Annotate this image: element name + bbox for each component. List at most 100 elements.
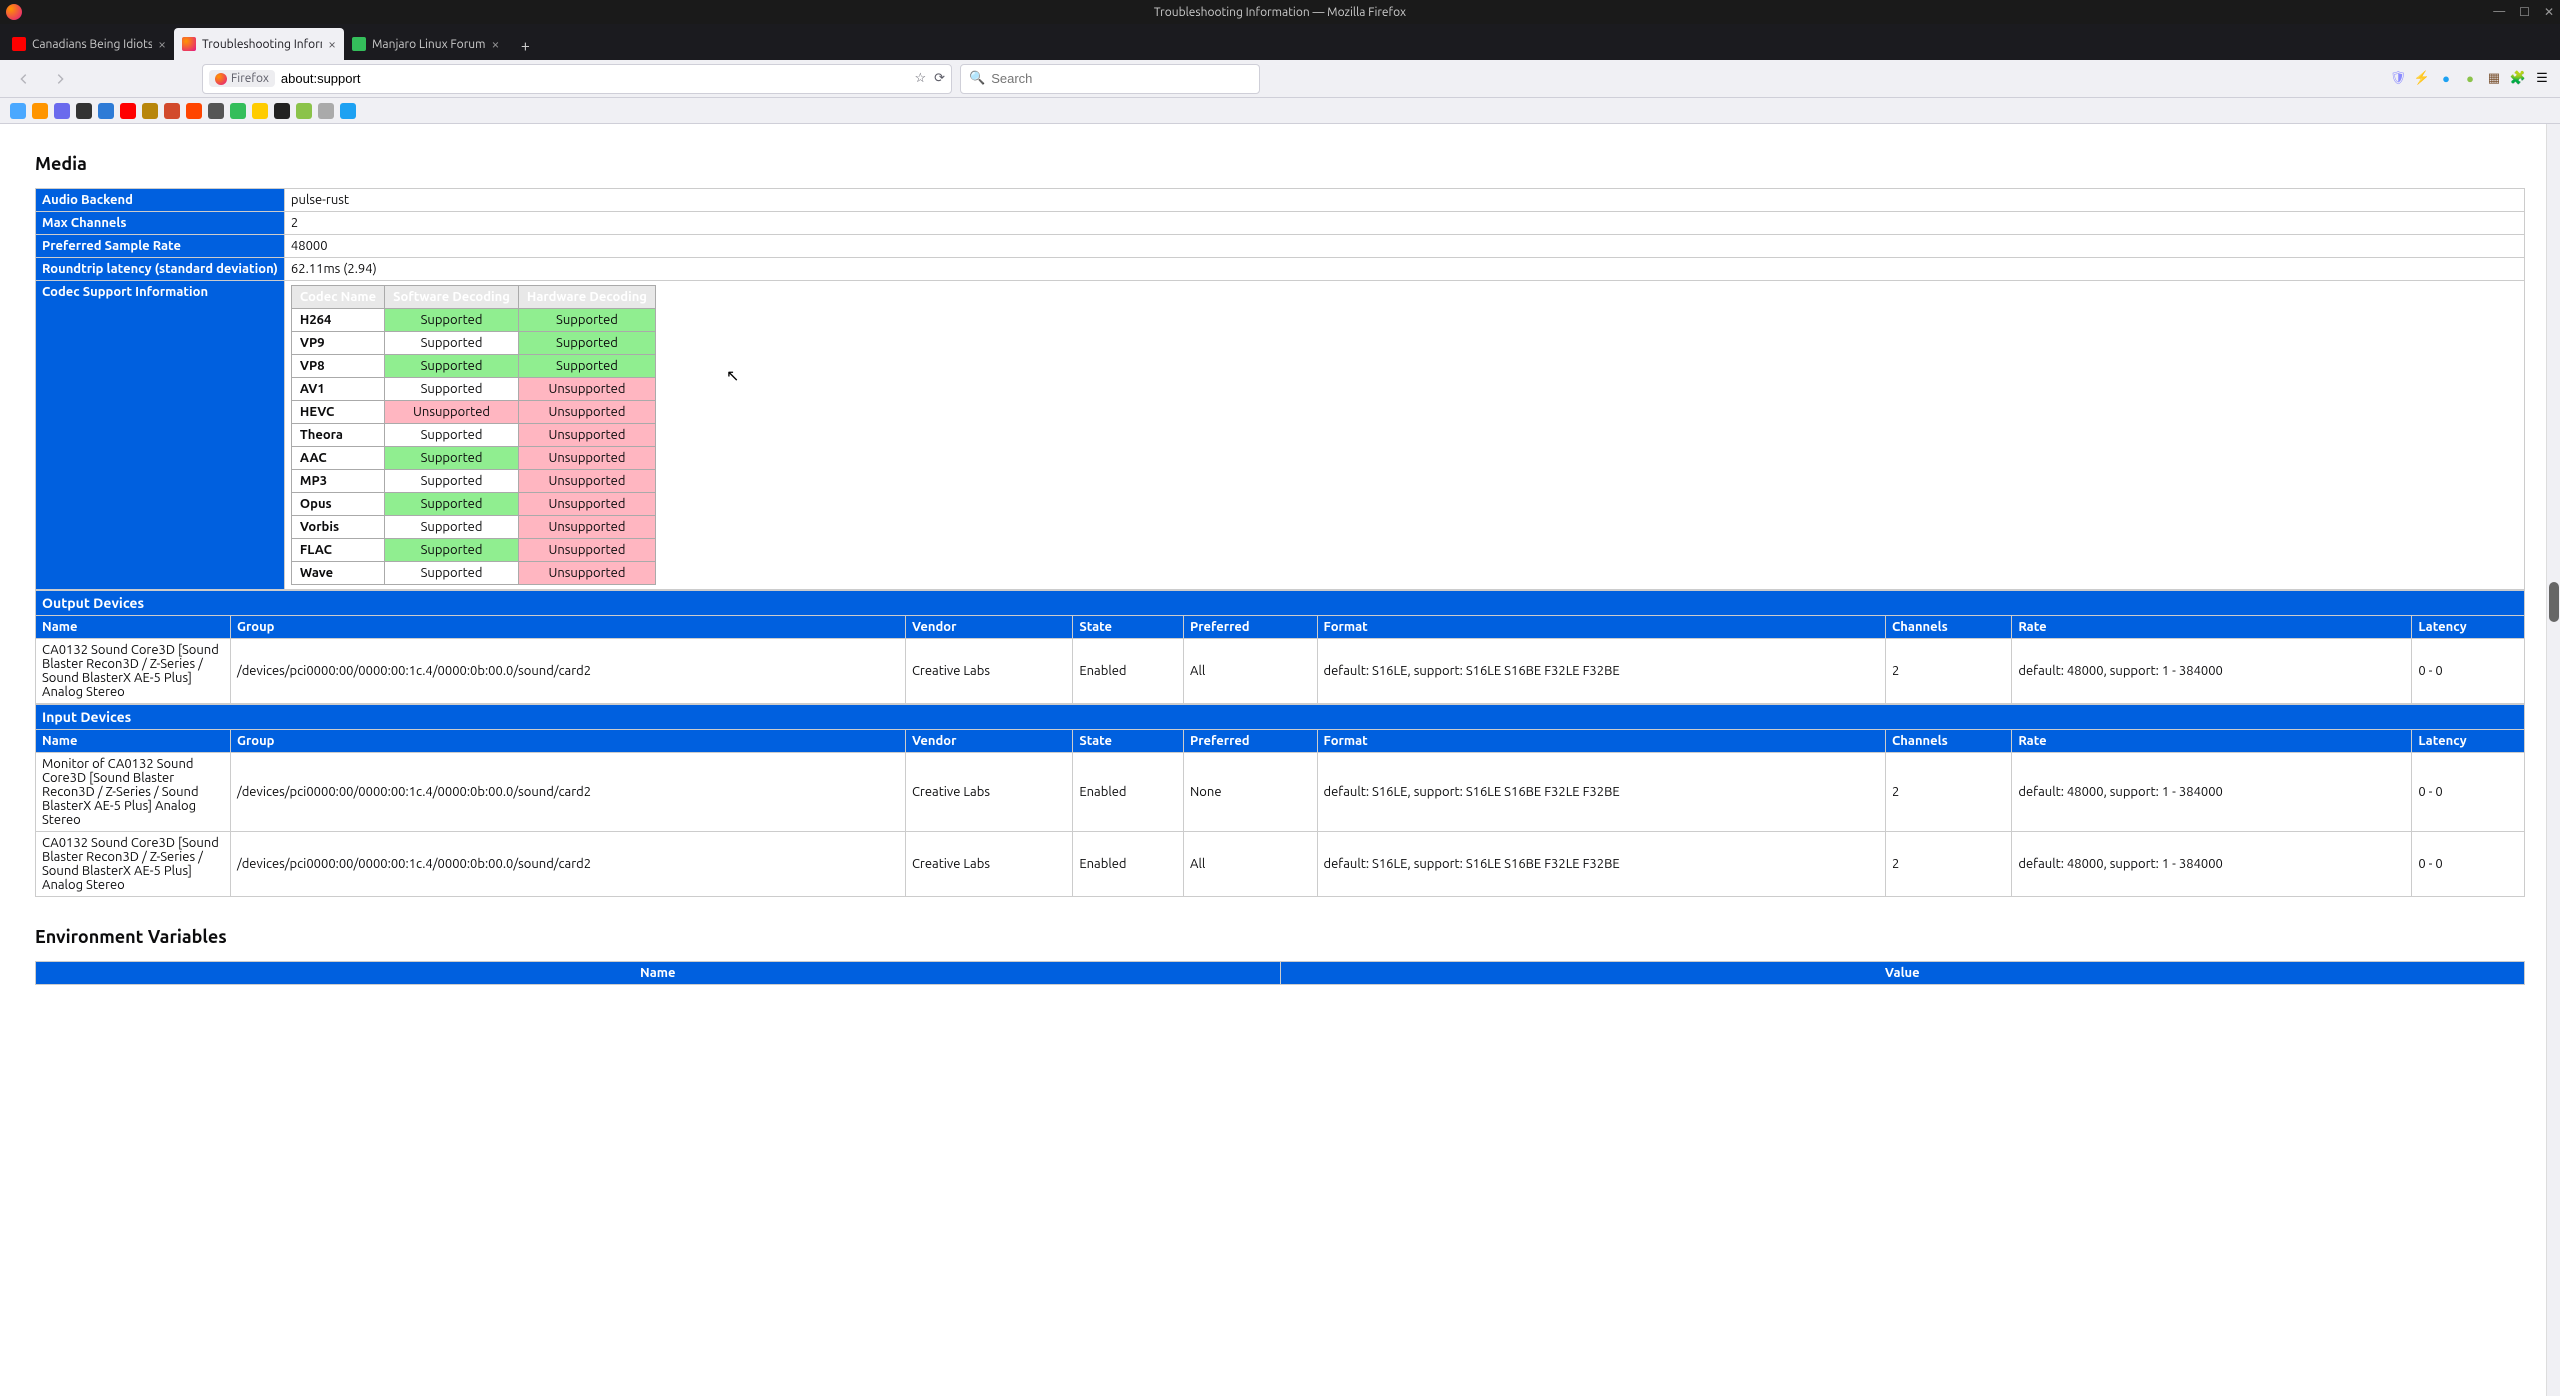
device-group: /devices/pci0000:00/0000:00:1c.4/0000:0b… — [231, 639, 906, 704]
extensions-menu-icon[interactable]: 🧩 — [2510, 71, 2526, 87]
tab-label: Canadians Being Idiots | F — [32, 38, 152, 51]
bookmark-item[interactable] — [76, 103, 92, 119]
tab-manjaro[interactable]: Manjaro Linux Forum × — [344, 28, 507, 60]
column-header: State — [1073, 730, 1184, 753]
shield-icon[interactable]: 🛡 — [2390, 71, 2406, 87]
tab-close-icon[interactable]: × — [158, 36, 166, 52]
device-channels: 2 — [1885, 639, 2011, 704]
search-bar[interactable]: 🔍 — [960, 64, 1260, 94]
device-rate: default: 48000, support: 1 - 384000 — [2012, 832, 2412, 897]
bookmark-item[interactable] — [296, 103, 312, 119]
identity-box[interactable]: Firefox — [209, 70, 275, 87]
table-row: VP8SupportedSupported — [291, 355, 655, 378]
device-state: Enabled — [1073, 753, 1184, 832]
table-row: TheoraSupportedUnsupported — [291, 424, 655, 447]
bookmark-item[interactable] — [318, 103, 334, 119]
tab-youtube[interactable]: Canadians Being Idiots | F × — [4, 28, 174, 60]
device-format: default: S16LE, support: S16LE S16BE F32… — [1317, 753, 1885, 832]
extension-icon[interactable]: ⚡ — [2414, 71, 2430, 87]
scrollbar-thumb[interactable] — [2549, 582, 2559, 622]
codec-sw: Unsupported — [385, 401, 519, 424]
table-row: Audio Backend pulse-rust — [36, 189, 2525, 212]
extension-icon[interactable]: ● — [2462, 71, 2478, 87]
codec-name: H264 — [291, 309, 384, 332]
table-row: AV1SupportedUnsupported — [291, 378, 655, 401]
media-section-heading: Media — [35, 154, 2525, 174]
maximize-button[interactable]: ☐ — [2519, 5, 2530, 19]
bookmark-item[interactable] — [10, 103, 26, 119]
bookmark-item[interactable] — [32, 103, 48, 119]
device-group: /devices/pci0000:00/0000:00:1c.4/0000:0b… — [231, 753, 906, 832]
codec-sw: Supported — [385, 378, 519, 401]
extension-icon[interactable]: ▦ — [2486, 71, 2502, 87]
window-titlebar: Troubleshooting Information — Mozilla Fi… — [0, 0, 2560, 24]
bookmark-star-icon[interactable]: ☆ — [914, 71, 926, 86]
codec-hw: Supported — [518, 332, 655, 355]
codec-sw: Supported — [385, 355, 519, 378]
bookmark-item[interactable] — [230, 103, 246, 119]
bookmark-item[interactable] — [120, 103, 136, 119]
prop-label: Audio Backend — [36, 189, 285, 212]
device-name: Monitor of CA0132 Sound Core3D [Sound Bl… — [36, 753, 231, 832]
table-row: CA0132 Sound Core3D [Sound Blaster Recon… — [36, 639, 2525, 704]
device-vendor: Creative Labs — [905, 639, 1072, 704]
table-row: Name Group Vendor State Preferred Format… — [36, 616, 2525, 639]
device-rate: default: 48000, support: 1 - 384000 — [2012, 753, 2412, 832]
minimize-button[interactable]: — — [2493, 5, 2505, 19]
forward-button[interactable] — [46, 65, 74, 93]
bookmark-item[interactable] — [274, 103, 290, 119]
codec-hw: Unsupported — [518, 493, 655, 516]
url-input[interactable] — [281, 71, 909, 86]
extension-icon[interactable]: ● — [2438, 71, 2454, 87]
tab-about-support[interactable]: Troubleshooting Informati × — [174, 28, 344, 60]
tab-label: Troubleshooting Informati — [202, 38, 322, 51]
hamburger-menu-icon[interactable]: ☰ — [2534, 71, 2550, 87]
prop-label: Codec Support Information — [36, 281, 285, 590]
content-viewport[interactable]: Media Audio Backend pulse-rust Max Chann… — [0, 124, 2560, 1396]
table-row: CA0132 Sound Core3D [Sound Blaster Recon… — [36, 832, 2525, 897]
bookmark-item[interactable] — [142, 103, 158, 119]
column-header: State — [1073, 616, 1184, 639]
bookmarks-toolbar — [0, 98, 2560, 124]
search-input[interactable] — [991, 71, 1251, 86]
bookmark-item[interactable] — [164, 103, 180, 119]
device-channels: 2 — [1885, 832, 2011, 897]
bookmark-item[interactable] — [208, 103, 224, 119]
device-state: Enabled — [1073, 832, 1184, 897]
column-header: Latency — [2412, 730, 2525, 753]
codec-sw: Supported — [385, 424, 519, 447]
codec-sw: Supported — [385, 309, 519, 332]
column-header: Rate — [2012, 616, 2412, 639]
firefox-icon — [182, 37, 196, 51]
column-header: Channels — [1885, 616, 2011, 639]
column-header: Software Decoding — [385, 286, 519, 309]
new-tab-button[interactable]: + — [511, 32, 539, 60]
codec-sw: Supported — [385, 539, 519, 562]
codec-support-table: Codec Name Software Decoding Hardware De… — [291, 285, 656, 585]
tab-close-icon[interactable]: × — [328, 36, 336, 52]
navigation-toolbar: Firefox ☆ ⟳ 🔍 🛡 ⚡ ● ● ▦ 🧩 ☰ — [0, 60, 2560, 98]
column-header: Group — [231, 730, 906, 753]
prop-value: pulse-rust — [284, 189, 2524, 212]
bookmark-item[interactable] — [186, 103, 202, 119]
table-row: WaveSupportedUnsupported — [291, 562, 655, 585]
device-preferred: All — [1184, 639, 1317, 704]
codec-name: AAC — [291, 447, 384, 470]
table-row: HEVCUnsupportedUnsupported — [291, 401, 655, 424]
titlebar-app-icon — [6, 4, 22, 20]
manjaro-icon — [352, 37, 366, 51]
tab-close-icon[interactable]: × — [491, 36, 499, 52]
codec-sw: Supported — [385, 470, 519, 493]
bookmark-item[interactable] — [98, 103, 114, 119]
url-bar[interactable]: Firefox ☆ ⟳ — [202, 64, 952, 94]
bookmark-item[interactable] — [54, 103, 70, 119]
scrollbar-track[interactable] — [2546, 124, 2560, 1396]
bookmark-item[interactable] — [252, 103, 268, 119]
codec-hw: Unsupported — [518, 470, 655, 493]
bookmark-item[interactable] — [340, 103, 356, 119]
device-latency: 0 - 0 — [2412, 639, 2525, 704]
close-window-button[interactable]: ✕ — [2544, 5, 2554, 19]
back-button[interactable] — [10, 65, 38, 93]
reload-icon[interactable]: ⟳ — [934, 71, 945, 86]
table-row: Monitor of CA0132 Sound Core3D [Sound Bl… — [36, 753, 2525, 832]
